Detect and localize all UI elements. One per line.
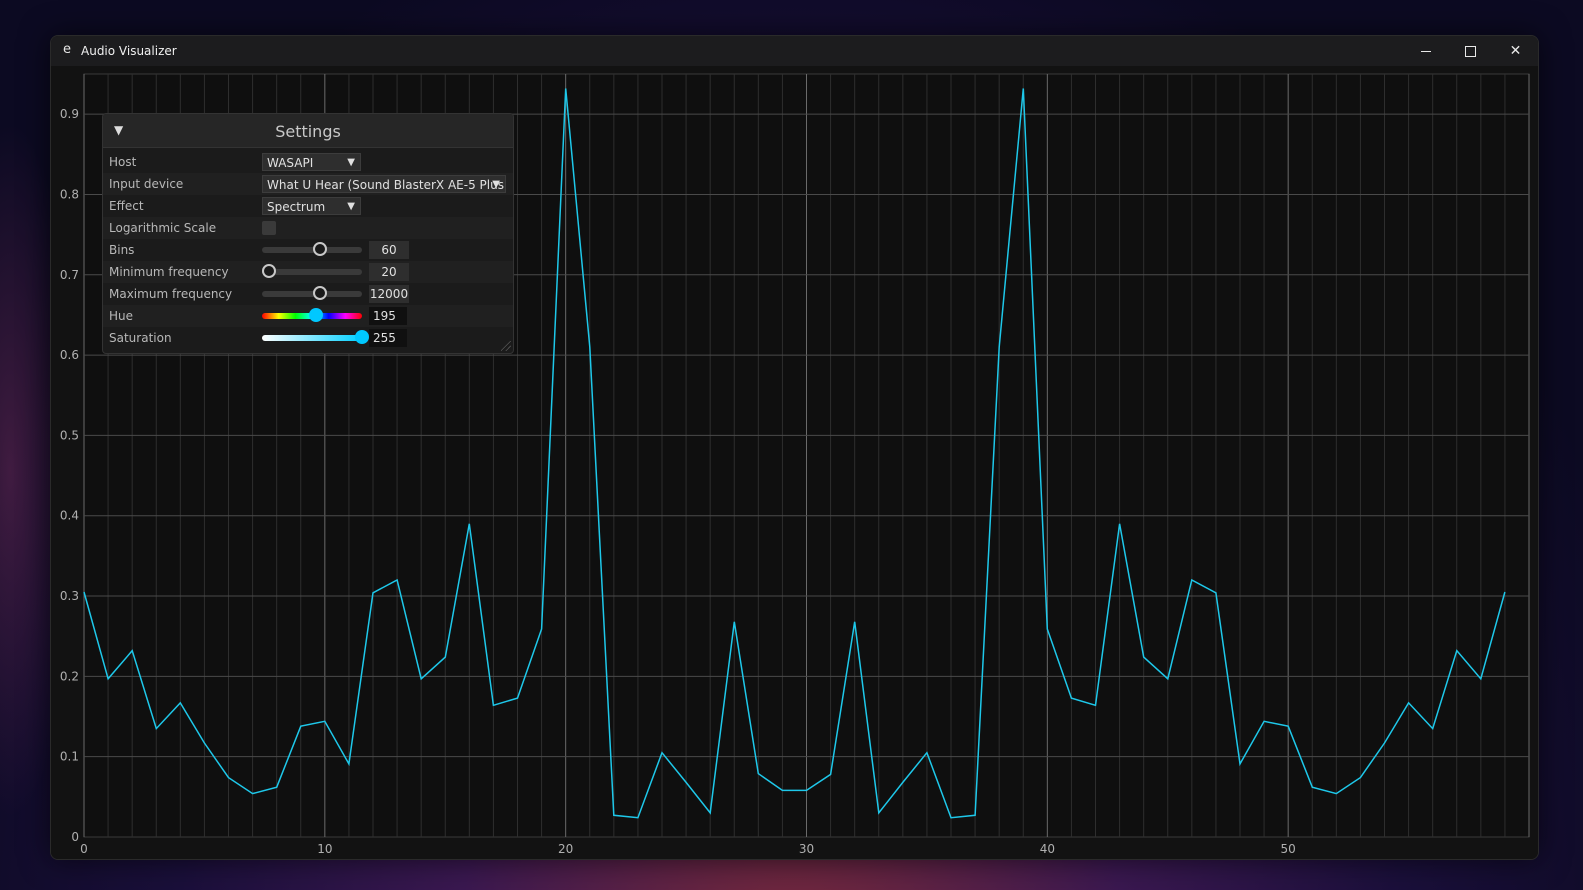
y-tick-label: 0.5 — [60, 428, 79, 442]
y-tick-label: 0.2 — [60, 669, 79, 683]
input-device-select[interactable]: What U Hear (Sound BlasterX AE-5 Plus) ▼ — [262, 175, 506, 193]
y-tick-label: 0.3 — [60, 589, 79, 603]
min-frequency-slider[interactable] — [262, 264, 362, 278]
min-frequency-slider-handle[interactable] — [262, 264, 276, 278]
effect-value: Spectrum — [267, 200, 326, 214]
input-device-value: What U Hear (Sound BlasterX AE-5 Plus) — [267, 178, 506, 192]
close-icon: ✕ — [1509, 43, 1522, 59]
min-frequency-value[interactable]: 20 — [369, 263, 409, 281]
dropdown-arrow-icon: ▼ — [347, 201, 355, 212]
close-button[interactable]: ✕ — [1493, 36, 1538, 66]
x-tick-label: 20 — [558, 842, 573, 856]
x-tick-label: 0 — [80, 842, 88, 856]
saturation-slider[interactable] — [262, 330, 369, 344]
log-scale-checkbox[interactable] — [262, 221, 276, 235]
bins-row: Bins 60 — [103, 239, 513, 261]
log-scale-label: Logarithmic Scale — [109, 221, 217, 235]
max-frequency-slider[interactable] — [262, 286, 362, 300]
x-tick-label: 40 — [1040, 842, 1055, 856]
max-frequency-row: Maximum frequency 12000 — [103, 283, 513, 305]
effect-row: Effect Spectrum ▼ — [103, 195, 513, 217]
resize-grip-icon[interactable] — [501, 341, 511, 351]
hue-row: Hue 195 — [103, 305, 513, 327]
bins-slider-handle[interactable] — [313, 242, 327, 256]
host-label: Host — [109, 155, 137, 169]
dropdown-arrow-icon: ▼ — [492, 179, 500, 190]
hue-value[interactable]: 195 — [369, 307, 407, 325]
max-frequency-slider-handle[interactable] — [313, 286, 327, 300]
y-tick-label: 0.1 — [60, 750, 79, 764]
app-icon: e — [63, 42, 71, 57]
host-row: Host WASAPI ▼ — [103, 151, 513, 173]
settings-panel: ▼ Settings Host WASAPI ▼ Input device Wh… — [102, 113, 514, 354]
hue-slider[interactable] — [262, 308, 362, 322]
effect-select[interactable]: Spectrum ▼ — [262, 197, 361, 215]
y-tick-label: 0.8 — [60, 187, 79, 201]
input-device-row: Input device What U Hear (Sound BlasterX… — [103, 173, 513, 195]
saturation-slider-handle[interactable] — [355, 330, 369, 344]
minimize-icon — [1420, 50, 1431, 52]
y-tick-label: 0.4 — [60, 509, 79, 523]
log-scale-row: Logarithmic Scale — [103, 217, 513, 239]
y-tick-label: 0.9 — [60, 107, 79, 121]
x-tick-label: 50 — [1281, 842, 1296, 856]
title-bar[interactable]: e Audio Visualizer ✕ — [51, 36, 1538, 66]
hue-slider-handle[interactable] — [309, 308, 323, 322]
max-frequency-value[interactable]: 12000 — [369, 285, 409, 303]
spectrum-plot: 0 0.1 0.2 0.3 0.4 0.5 0.6 0.7 0.8 0.9 0 10 20 30 40 50… — [51, 66, 1538, 859]
saturation-value[interactable]: 255 — [369, 329, 407, 347]
host-select[interactable]: WASAPI ▼ — [262, 153, 361, 171]
y-axis-ticks: 0 0.1 0.2 0.3 0.4 0.5 0.6 0.7 0.8 0.9 — [60, 107, 79, 844]
bins-label: Bins — [109, 243, 135, 257]
x-tick-label: 10 — [317, 842, 332, 856]
dropdown-arrow-icon: ▼ — [347, 157, 355, 168]
maximize-icon — [1465, 45, 1476, 57]
host-value: WASAPI — [267, 156, 314, 170]
window-title: Audio Visualizer — [81, 44, 177, 58]
settings-title: Settings — [275, 122, 341, 141]
app-window: e Audio Visualizer ✕ 0 0.1 0.2 0.3 0.4 0.5 0.6… — [50, 35, 1539, 860]
y-tick-label: 0 — [71, 830, 79, 844]
hue-label: Hue — [109, 309, 134, 323]
y-tick-label: 0.6 — [60, 348, 79, 362]
y-tick-label: 0.7 — [60, 268, 79, 282]
saturation-label: Saturation — [109, 331, 172, 345]
x-axis-ticks: 0 10 20 30 40 50 — [80, 842, 1296, 856]
x-tick-label: 30 — [799, 842, 814, 856]
settings-header[interactable]: ▼ Settings — [103, 114, 513, 148]
effect-label: Effect — [109, 199, 144, 213]
bins-value[interactable]: 60 — [369, 241, 409, 259]
bins-slider[interactable] — [262, 242, 362, 256]
minimize-button[interactable] — [1403, 36, 1448, 66]
input-device-label: Input device — [109, 177, 184, 191]
maximize-button[interactable] — [1448, 36, 1493, 66]
max-frequency-label: Maximum frequency — [109, 287, 233, 301]
min-frequency-label: Minimum frequency — [109, 265, 229, 279]
saturation-row: Saturation 255 — [103, 327, 513, 349]
min-frequency-row: Minimum frequency 20 — [103, 261, 513, 283]
